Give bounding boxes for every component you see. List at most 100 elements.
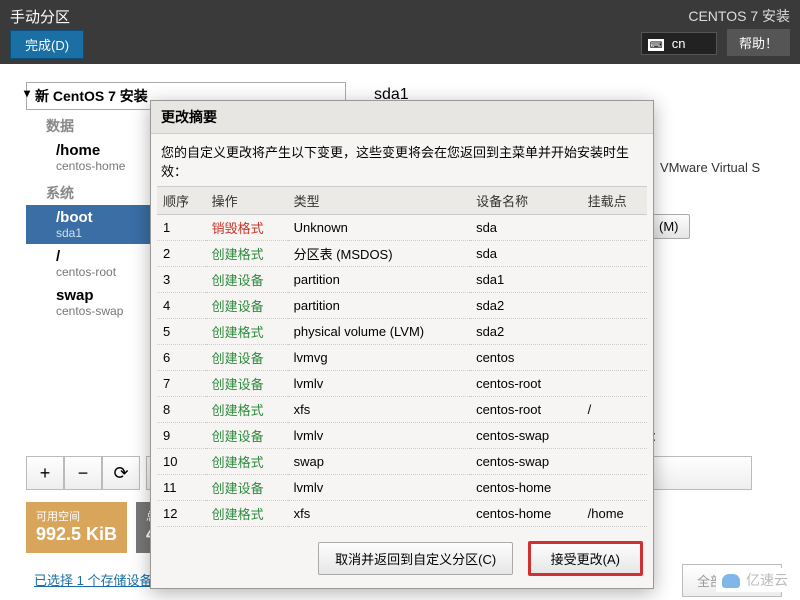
cell-action: 创建格式 — [206, 449, 288, 475]
cell-mount — [582, 423, 647, 449]
cell-type: partition — [288, 267, 470, 293]
watermark-text: 亿速云 — [746, 572, 788, 588]
cell-order: 5 — [157, 319, 206, 345]
table-row[interactable]: 12创建格式xfscentos-home/home — [157, 501, 647, 527]
cell-mount — [582, 267, 647, 293]
available-space-label: 可用空间 — [36, 508, 117, 524]
cell-type: xfs — [288, 397, 470, 423]
table-row[interactable]: 1销毁格式Unknownsda — [157, 215, 647, 241]
accept-button[interactable]: 接受更改(A) — [528, 541, 643, 576]
table-row[interactable]: 9创建设备lvmlvcentos-swap — [157, 423, 647, 449]
cell-action: 创建格式 — [206, 241, 288, 267]
available-space-value: 992.5 KiB — [36, 524, 117, 545]
cell-order: 8 — [157, 397, 206, 423]
cell-order: 1 — [157, 215, 206, 241]
cell-order: 4 — [157, 293, 206, 319]
device-model-label: VMware Virtual S — [660, 160, 760, 175]
cell-order: 10 — [157, 449, 206, 475]
cell-device: centos-root — [470, 371, 582, 397]
cell-mount — [582, 293, 647, 319]
table-row[interactable]: 4创建设备partitionsda2 — [157, 293, 647, 319]
cell-action: 创建格式 — [206, 397, 288, 423]
cell-type: xfs — [288, 501, 470, 527]
cell-action: 创建设备 — [206, 293, 288, 319]
col-action: 操作 — [206, 187, 288, 215]
watermark: 亿速云 — [716, 568, 794, 592]
cell-device: centos — [470, 345, 582, 371]
keyboard-icon: ⌨ — [648, 39, 664, 51]
modify-device-button[interactable]: (M) — [648, 214, 690, 239]
keyboard-layout-label: cn — [672, 36, 686, 51]
table-row[interactable]: 3创建设备partitionsda1 — [157, 267, 647, 293]
cell-mount — [582, 215, 647, 241]
cell-device: sda — [470, 241, 582, 267]
changes-table: 顺序 操作 类型 设备名称 挂载点 1销毁格式Unknownsda2创建格式分区… — [157, 186, 647, 527]
installer-title: CENTOS 7 安装 — [641, 6, 790, 26]
cell-action: 创建设备 — [206, 345, 288, 371]
cell-action: 创建设备 — [206, 267, 288, 293]
cell-action: 创建设备 — [206, 475, 288, 501]
modal-description: 您的自定义更改将产生以下变更，这些变更将会在您返回到主菜单并开始安装时生效： — [151, 134, 653, 186]
cell-order: 2 — [157, 241, 206, 267]
cell-type: lvmlv — [288, 475, 470, 501]
cell-mount — [582, 475, 647, 501]
cell-order: 3 — [157, 267, 206, 293]
table-row[interactable]: 10创建格式swapcentos-swap — [157, 449, 647, 475]
help-button[interactable]: 帮助！ — [727, 29, 790, 56]
cell-device: centos-swap — [470, 423, 582, 449]
cell-type: lvmvg — [288, 345, 470, 371]
available-space-box: 可用空间 992.5 KiB — [26, 502, 127, 553]
remove-partition-button[interactable]: − — [64, 456, 102, 490]
cell-device: sda — [470, 215, 582, 241]
cell-type: lvmlv — [288, 371, 470, 397]
cell-device: centos-home — [470, 501, 582, 527]
done-button[interactable]: 完成(D) — [10, 30, 84, 59]
cell-mount — [582, 319, 647, 345]
cell-mount: / — [582, 397, 647, 423]
table-row[interactable]: 6创建设备lvmvgcentos — [157, 345, 647, 371]
cell-type: partition — [288, 293, 470, 319]
cell-mount: /home — [582, 501, 647, 527]
cell-device: sda2 — [470, 319, 582, 345]
cell-order: 7 — [157, 371, 206, 397]
cell-action: 创建格式 — [206, 319, 288, 345]
table-row[interactable]: 11创建设备lvmlvcentos-home — [157, 475, 647, 501]
cell-device: sda1 — [470, 267, 582, 293]
cell-action: 创建设备 — [206, 423, 288, 449]
cell-device: centos-home — [470, 475, 582, 501]
modal-title: 更改摘要 — [151, 101, 653, 134]
cell-order: 6 — [157, 345, 206, 371]
table-row[interactable]: 8创建格式xfscentos-root/ — [157, 397, 647, 423]
keyboard-layout-selector[interactable]: ⌨ cn — [641, 32, 716, 55]
cell-type: 分区表 (MSDOS) — [288, 241, 470, 267]
add-partition-button[interactable]: + — [26, 456, 64, 490]
col-type: 类型 — [288, 187, 470, 215]
cell-type: physical volume (LVM) — [288, 319, 470, 345]
cell-type: lvmlv — [288, 423, 470, 449]
cancel-button[interactable]: 取消并返回到自定义分区(C) — [318, 542, 513, 575]
table-row[interactable]: 5创建格式physical volume (LVM)sda2 — [157, 319, 647, 345]
cell-device: centos-root — [470, 397, 582, 423]
cell-mount — [582, 241, 647, 267]
cell-order: 12 — [157, 501, 206, 527]
cell-mount — [582, 449, 647, 475]
top-bar: 手动分区 完成(D) CENTOS 7 安装 ⌨ cn 帮助！ — [0, 0, 800, 64]
cell-order: 11 — [157, 475, 206, 501]
summary-modal: 更改摘要 您的自定义更改将产生以下变更，这些变更将会在您返回到主菜单并开始安装时… — [150, 100, 654, 589]
col-device: 设备名称 — [470, 187, 582, 215]
col-mount: 挂载点 — [582, 187, 647, 215]
cell-type: swap — [288, 449, 470, 475]
cell-mount — [582, 345, 647, 371]
cell-type: Unknown — [288, 215, 470, 241]
cell-action: 销毁格式 — [206, 215, 288, 241]
table-row[interactable]: 2创建格式分区表 (MSDOS)sda — [157, 241, 647, 267]
cell-order: 9 — [157, 423, 206, 449]
col-order: 顺序 — [157, 187, 206, 215]
cell-device: centos-swap — [470, 449, 582, 475]
cell-mount — [582, 371, 647, 397]
cell-device: sda2 — [470, 293, 582, 319]
table-row[interactable]: 7创建设备lvmlvcentos-root — [157, 371, 647, 397]
reload-button[interactable]: ⟳ — [102, 456, 140, 490]
cell-action: 创建格式 — [206, 501, 288, 527]
cell-action: 创建设备 — [206, 371, 288, 397]
